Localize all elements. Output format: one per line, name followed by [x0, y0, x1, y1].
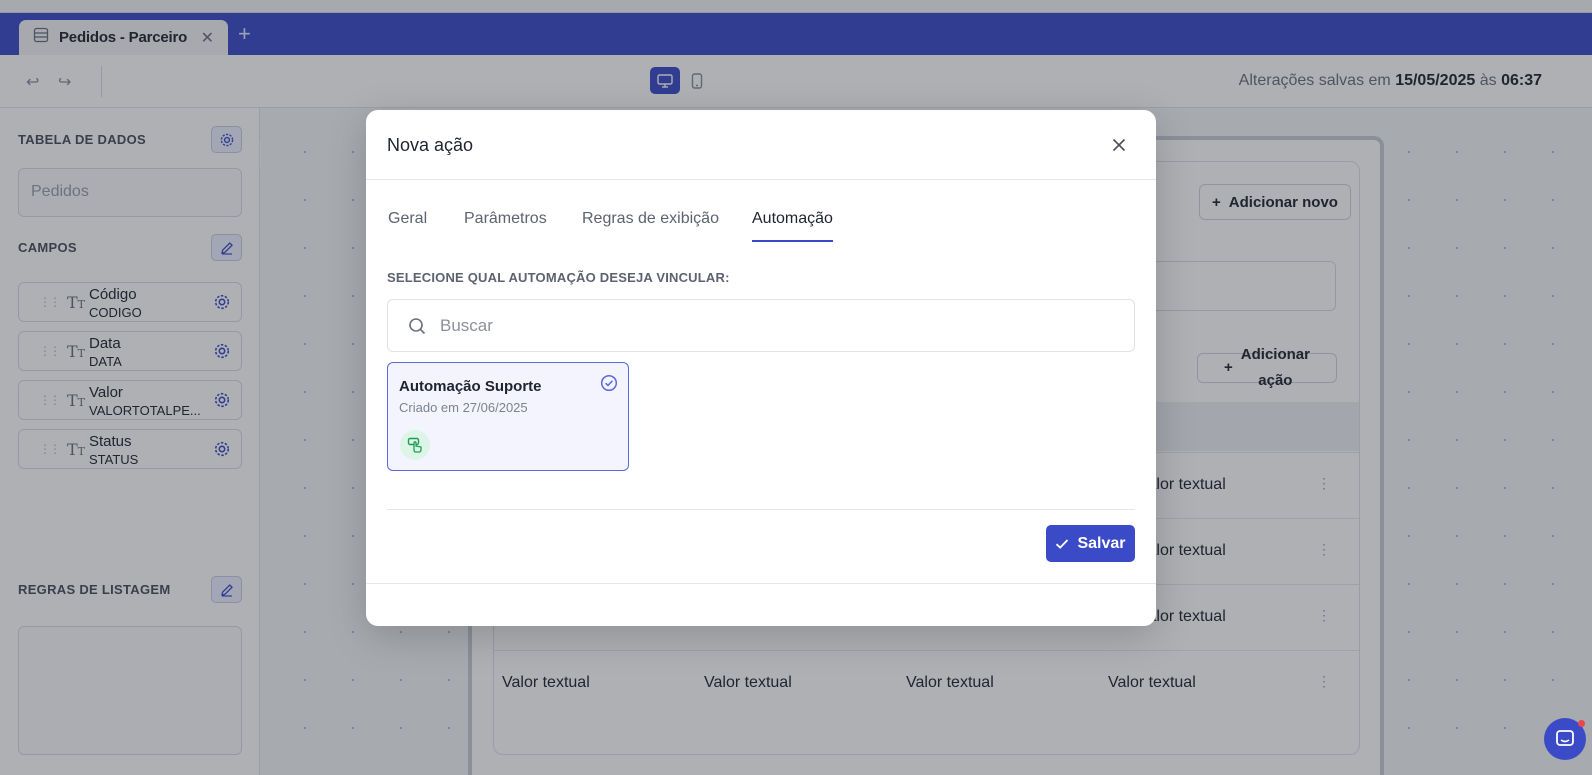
modal-header: Nova ação: [366, 110, 1156, 180]
modal-footer-divider: [366, 583, 1156, 584]
close-button[interactable]: [1108, 134, 1130, 156]
select-automation-label: SELECIONE QUAL AUTOMAÇÃO DESEJA VINCULAR…: [387, 270, 730, 285]
modal-divider: [387, 509, 1135, 510]
new-action-modal: Nova ação Geral Parâmetros Regras de exi…: [366, 110, 1156, 626]
save-button[interactable]: Salvar: [1046, 525, 1135, 562]
tab-geral[interactable]: Geral: [388, 210, 427, 242]
modal-tabs: Geral Parâmetros Regras de exibição Auto…: [366, 202, 1156, 242]
notification-dot: [1578, 720, 1585, 727]
check-circle-icon: [600, 374, 618, 392]
search-icon: [409, 317, 426, 334]
automation-created-date: Criado em 27/06/2025: [399, 400, 528, 415]
tab-regras-de-exibicao[interactable]: Regras de exibição: [582, 210, 719, 242]
chat-icon: [1556, 730, 1574, 746]
automation-search[interactable]: [387, 299, 1135, 352]
touch-trigger-icon: [407, 437, 422, 453]
search-input[interactable]: [440, 315, 1100, 336]
tab-automacao[interactable]: Automação: [752, 210, 833, 242]
checkmark-icon: [1056, 538, 1069, 549]
modal-title: Nova ação: [387, 135, 474, 155]
tab-parametros[interactable]: Parâmetros: [464, 210, 547, 242]
automation-card-suporte[interactable]: Automação Suporte Criado em 27/06/2025: [387, 362, 629, 471]
automation-title: Automação Suporte: [399, 378, 542, 395]
automation-type-badge: [400, 430, 430, 460]
close-icon: [1112, 138, 1126, 152]
